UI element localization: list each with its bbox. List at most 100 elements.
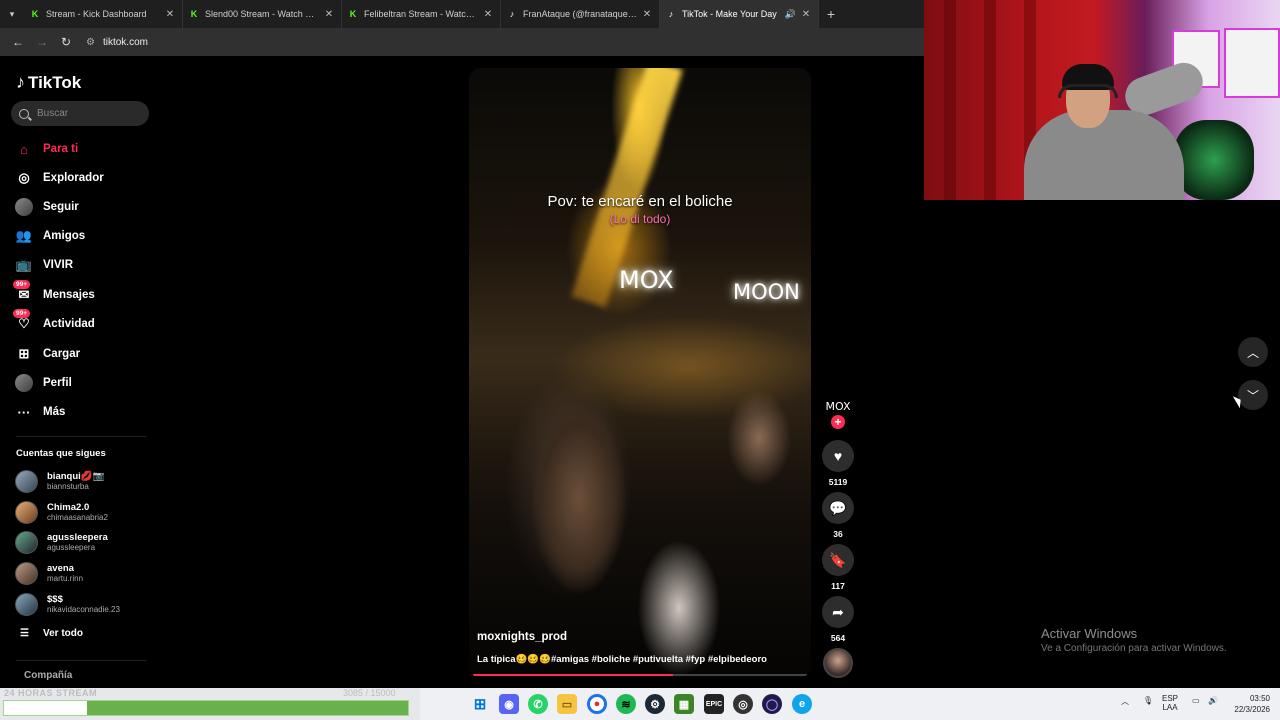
tab-label: Slend00 Stream - Watch Live on Kick [205,9,319,19]
share-count: 564 [830,633,846,643]
forward-icon[interactable]: → [30,35,54,49]
following-name: avena [47,563,74,574]
clock-date: 22/3/2026 [1234,705,1270,714]
chrome-icon[interactable]: ● [587,694,607,714]
nav-label: Explorador [43,172,104,184]
volume-icon[interactable]: 🔊 [1208,696,1218,705]
tiktok-icon: ♪ [16,72,25,92]
nav-amigos[interactable]: 👥 Amigos [15,225,85,247]
poster [1224,28,1280,98]
reload-icon[interactable]: ↻ [54,35,78,49]
search-input[interactable]: Buscar [11,101,149,126]
following-item[interactable]: Chima2.0 chimaasanabria2 [15,499,108,525]
activate-windows-title: Activar Windows [1041,626,1138,641]
nav-vivir[interactable]: 📺 VIVIR [15,254,73,276]
creator-avatar[interactable]: MOX [825,400,851,413]
comment-button[interactable]: 💬 [822,492,854,524]
discord-icon[interactable]: ◉ [499,694,519,714]
language-top: ESP [1162,694,1179,703]
tab-kick-dashboard[interactable]: K Stream - Kick Dashboard ✕ [24,0,183,28]
tab-franataque[interactable]: ♪ FranAtaque (@franataque) | TikTok ✕ [501,0,660,28]
logo-text: TikTok [28,72,82,92]
home-icon: ⌂ [20,141,28,157]
windows-start-icon[interactable]: ⊞ [470,694,490,714]
obs-icon[interactable]: ◎ [733,694,753,714]
nav-label: VIVIR [43,259,74,271]
tab-tiktok-active[interactable]: ♪ TikTok - Make Your Day 🔊 ✕ [660,0,819,28]
video-progress-bar[interactable] [473,674,807,676]
epic-games-icon[interactable]: EPIC [704,694,724,714]
chevron-up-icon[interactable]: ︿ [1121,696,1129,707]
close-icon[interactable]: ✕ [641,9,653,20]
tiktok-logo[interactable]: ♪ TikTok [16,72,81,93]
video-caption-sub: (Lo di todo) [609,212,671,226]
headset [1058,84,1118,98]
stream-goal-bar [3,700,409,716]
video-description: La típica🥴🥴🥴#amigas #boliche #putivuelta… [477,654,767,665]
microphone-icon[interactable]: 🎙 [1143,696,1153,705]
nav-perfil[interactable]: Perfil [15,372,72,394]
nav-label: Perfil [43,377,72,389]
nav-para-ti[interactable]: ⌂ Para ti [15,138,78,160]
nav-explorador[interactable]: ◎ Explorador [15,167,104,189]
company-link[interactable]: Compañía [24,670,72,681]
friends-icon: 👥 [15,228,33,243]
see-all-button[interactable]: ☰ Ver todo [20,628,83,639]
speaker-icon[interactable]: 🔊 [785,9,796,20]
close-icon[interactable]: ✕ [800,9,812,20]
whatsapp-icon[interactable]: ✆ [528,694,548,714]
following-item[interactable]: $$$ nikavidaconnadie.23 [15,591,120,617]
nav-mas[interactable]: ··· Más [15,401,66,423]
close-icon[interactable]: ✕ [482,9,494,20]
tab-slend00[interactable]: K Slend00 Stream - Watch Live on Kick ✕ [183,0,342,28]
tab-label: TikTok - Make Your Day [682,9,777,19]
following-item[interactable]: agussleepera agussleepera [15,529,108,555]
following-handle: agussleepera [47,543,96,552]
edge-icon[interactable]: e [792,694,812,714]
close-icon[interactable]: ✕ [323,9,335,20]
previous-video-button[interactable]: ︿ [1238,337,1268,367]
url-field[interactable]: ⚙ tiktok.com [86,32,148,52]
nav-label: Para ti [43,143,79,155]
close-icon[interactable]: ✕ [164,9,176,20]
following-item[interactable]: bianqui💋📷 biannsturba [15,468,104,494]
video-username[interactable]: moxnights_prod [477,631,567,643]
tab-label: Felibeltran Stream - Watch Live on Kick [364,9,478,19]
nav-actividad[interactable]: ♡ 99+ Actividad [13,309,95,335]
nav-mensajes[interactable]: ✉ 99+ Mensajes [13,280,95,306]
follow-plus-icon[interactable]: + [831,415,845,429]
video-player[interactable]: MOX MOON Pov: te encaré en el boliche (L… [469,68,811,678]
minecraft-icon[interactable]: ▦ [674,694,694,714]
spotify-icon[interactable]: ≋ [616,694,636,714]
music-disc-icon[interactable] [823,648,853,678]
see-all-label: Ver todo [42,628,83,639]
nav-label: Amigos [43,230,86,242]
neon-sign-right: MOON [733,280,800,304]
file-explorer-icon[interactable]: ▭ [557,694,577,714]
share-button[interactable]: ➦ [822,596,854,628]
chevron-up-icon: ︿ [1246,345,1259,360]
nav-cargar[interactable]: ⊞ Cargar [15,343,81,365]
like-button[interactable]: ♥ [822,440,854,472]
taskbar-clock[interactable]: 03:50 22/3/2026 [1226,693,1270,715]
app-icon[interactable]: ◯ [762,694,782,714]
network-icon[interactable]: ▭ [1192,696,1200,705]
save-button[interactable]: 🔖 [822,544,854,576]
new-tab-icon[interactable]: + [819,6,843,22]
back-icon[interactable]: ← [6,35,30,49]
share-icon: ➦ [832,603,844,620]
tab-felibeltran[interactable]: K Felibeltran Stream - Watch Live on Kic… [342,0,501,28]
activity-icon: ♡ 99+ [13,309,33,333]
language-indicator[interactable]: ESP LAA [1162,694,1178,712]
tab-search-chevron-icon[interactable]: ▾ [0,0,24,28]
kick-icon: K [349,9,357,19]
nav-seguir[interactable]: Seguir [15,196,79,218]
profile-avatar-icon [15,374,33,392]
nav-label: Seguir [43,201,79,213]
site-info-icon[interactable]: ⚙ [86,37,95,48]
steam-icon[interactable]: ⚙ [645,694,665,714]
url-text: tiktok.com [102,36,148,48]
search-icon [19,108,29,119]
avatar [15,561,38,585]
following-item[interactable]: avena martu.rinn [15,560,83,586]
